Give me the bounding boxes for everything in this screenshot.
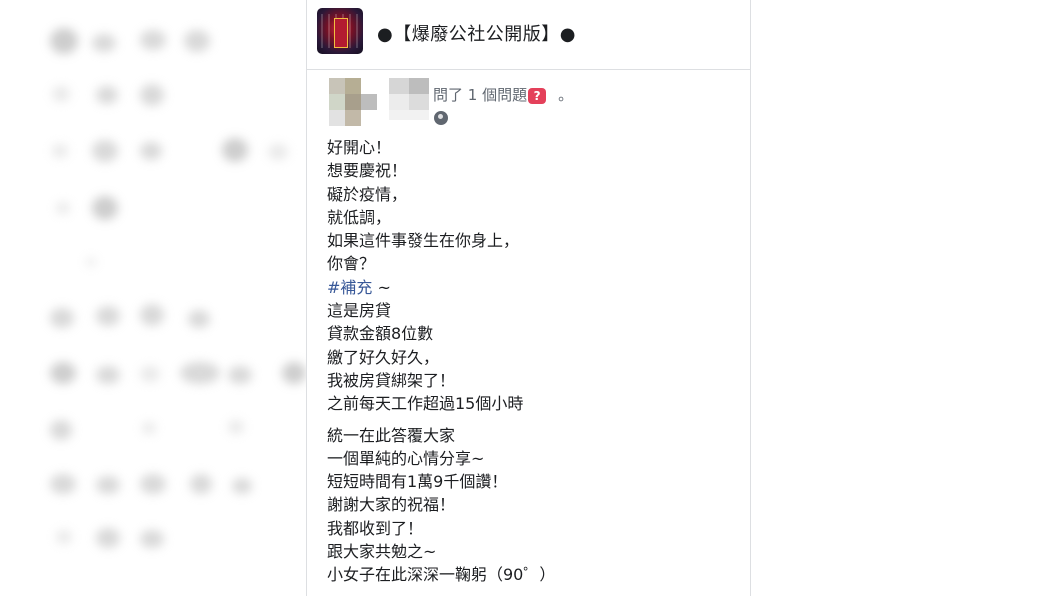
group-avatar-icon[interactable]	[317, 8, 363, 54]
globe-icon[interactable]	[434, 111, 448, 125]
period: 。	[558, 86, 574, 104]
post-line: 這是房貸	[327, 301, 392, 321]
post-line: 就低調，	[327, 207, 392, 227]
group-title[interactable]: ●【爆廢公社公開版】●	[377, 20, 576, 46]
hashtag-suffix: ~	[377, 277, 391, 297]
question-icon: ?	[528, 87, 547, 104]
post-line: 你會？	[327, 254, 376, 274]
post-author-row: 問了 1 個問題? 。	[321, 76, 721, 128]
post-line: 短短時間有1萬9千個讚！	[327, 472, 508, 492]
post-line: 繳了好久好久，	[327, 347, 440, 367]
post-line: 好開心！	[327, 138, 392, 157]
post-line: 之前每天工作超過15個小時	[327, 394, 524, 414]
post-line: 我被房貸綁架了！	[327, 370, 456, 390]
hashtag-line: #補充 ~	[327, 276, 555, 299]
post-line: 想要慶祝！	[327, 161, 408, 181]
post-line: 貸款金額8位數	[327, 324, 434, 344]
post-line: 跟大家共勉之~	[327, 542, 437, 562]
asked-question-label: 問了 1 個問題	[433, 86, 528, 104]
post-line: 如果這件事發生在你身上，	[327, 231, 520, 251]
post-line: 統一在此答覆大家	[327, 425, 456, 445]
post-line: 礙於疫情，	[327, 184, 408, 204]
group-header: ●【爆廢公社公開版】●	[307, 0, 750, 70]
post-line: 小女子在此深深一鞠躬（90゜）	[327, 565, 556, 585]
post-line: 我都收到了！	[327, 518, 424, 538]
post-line: 一個單純的心情分享~	[327, 448, 485, 468]
hashtag-link[interactable]: #補充	[327, 278, 372, 297]
post-card: ●【爆廢公社公開版】● 問了 1 個問題? 。 好開心！ 想要慶祝！ 礙於疫情， …	[306, 0, 751, 596]
post-action-text: 問了 1 個問題? 。	[433, 84, 573, 105]
post-body: 好開心！ 想要慶祝！ 礙於疫情， 就低調， 如果這件事發生在你身上， 你會？ #…	[327, 136, 555, 587]
post-line: 謝謝大家的祝福！	[327, 495, 456, 515]
